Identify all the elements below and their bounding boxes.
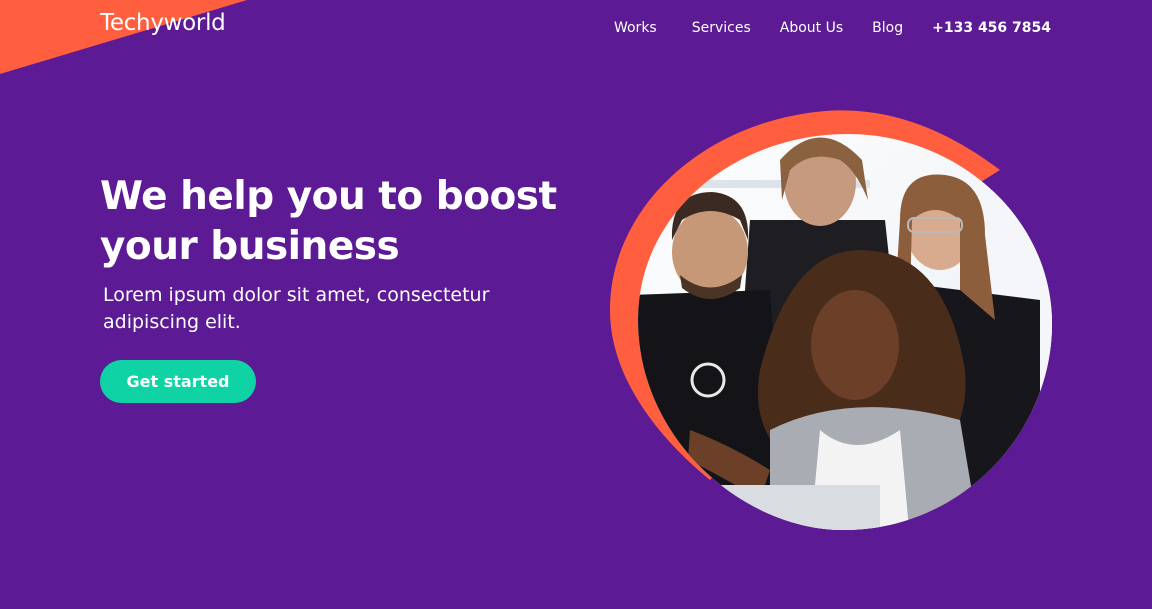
hero-title: We help you to boost your business [100,174,557,269]
team-photo-image [610,110,1052,530]
nav-phone-number[interactable]: +133 456 7854 [932,20,1051,36]
nav-item-works[interactable]: Works [614,20,657,36]
nav-item-blog[interactable]: Blog [872,20,903,36]
get-started-button[interactable]: Get started [100,360,256,403]
landing-page: Techyworld Works Services About Us Blog … [0,0,1152,609]
brand-logo[interactable]: Techyworld [100,10,226,36]
main-nav: Works Services About Us Blog +133 456 78… [614,20,1051,36]
hero-subtitle: Lorem ipsum dolor sit amet, consectetur … [103,284,490,333]
nav-item-about-us[interactable]: About Us [780,20,843,36]
nav-item-services[interactable]: Services [692,20,751,36]
